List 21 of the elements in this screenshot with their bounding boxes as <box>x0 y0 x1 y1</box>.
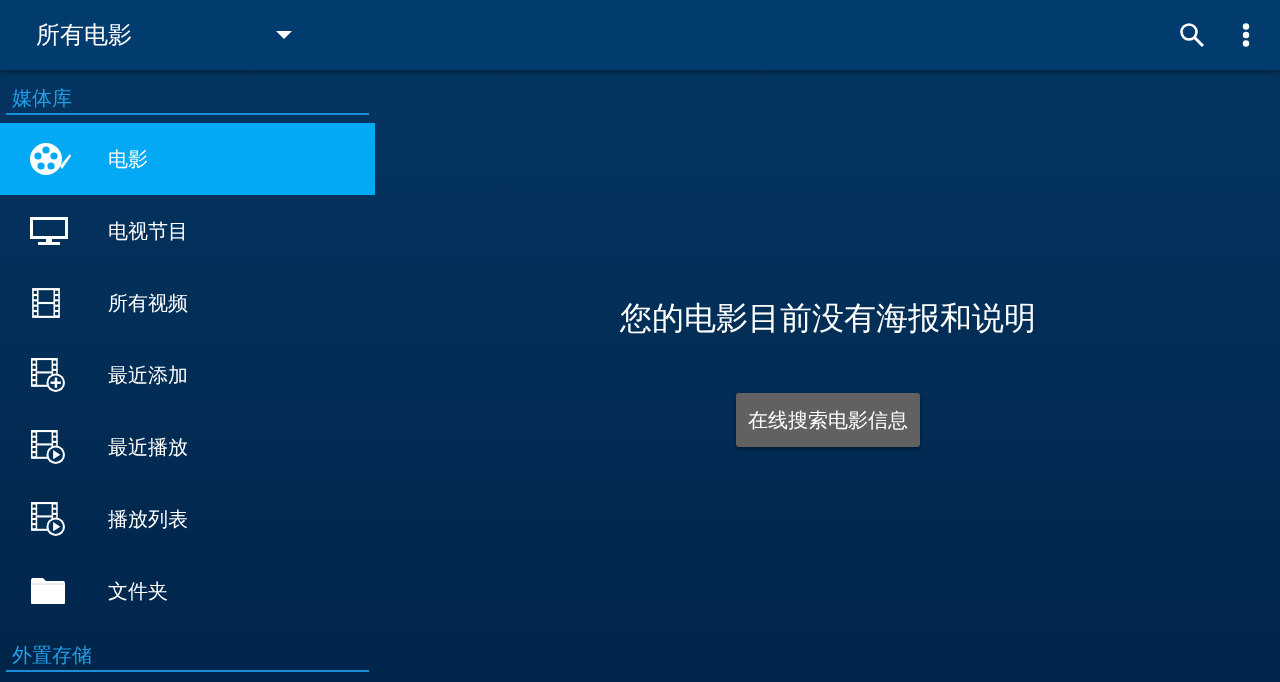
film-plus-icon <box>30 357 66 393</box>
monitor-icon <box>30 217 68 245</box>
caret-icon <box>276 31 292 39</box>
film-play-icon <box>30 501 66 537</box>
sidebar-item[interactable]: 最近添加 <box>0 339 375 411</box>
category-dropdown[interactable]: 所有电影 <box>36 10 292 60</box>
sidebar-item[interactable]: 最近播放 <box>0 411 375 483</box>
film-strip-icon <box>30 287 62 319</box>
search-icon <box>1179 22 1205 48</box>
folder-icon <box>30 577 66 605</box>
film-play-icon <box>30 429 66 465</box>
sidebar-item[interactable]: 所有视频 <box>0 267 375 339</box>
empty-message: 您的电影目前没有海报和说明 <box>619 298 1036 339</box>
section-header: 媒体库 <box>6 84 369 115</box>
film-reel-icon <box>30 142 72 176</box>
sidebar-item[interactable]: 电视节目 <box>0 195 375 267</box>
search-online-button[interactable]: 在线搜索电影信息 <box>735 393 920 447</box>
section-header: 外置存储 <box>6 641 369 672</box>
sidebar-item[interactable]: 文件夹 <box>0 555 375 627</box>
more-vertical-icon <box>1242 23 1250 47</box>
sidebar-item[interactable]: 播放列表 <box>0 483 375 555</box>
